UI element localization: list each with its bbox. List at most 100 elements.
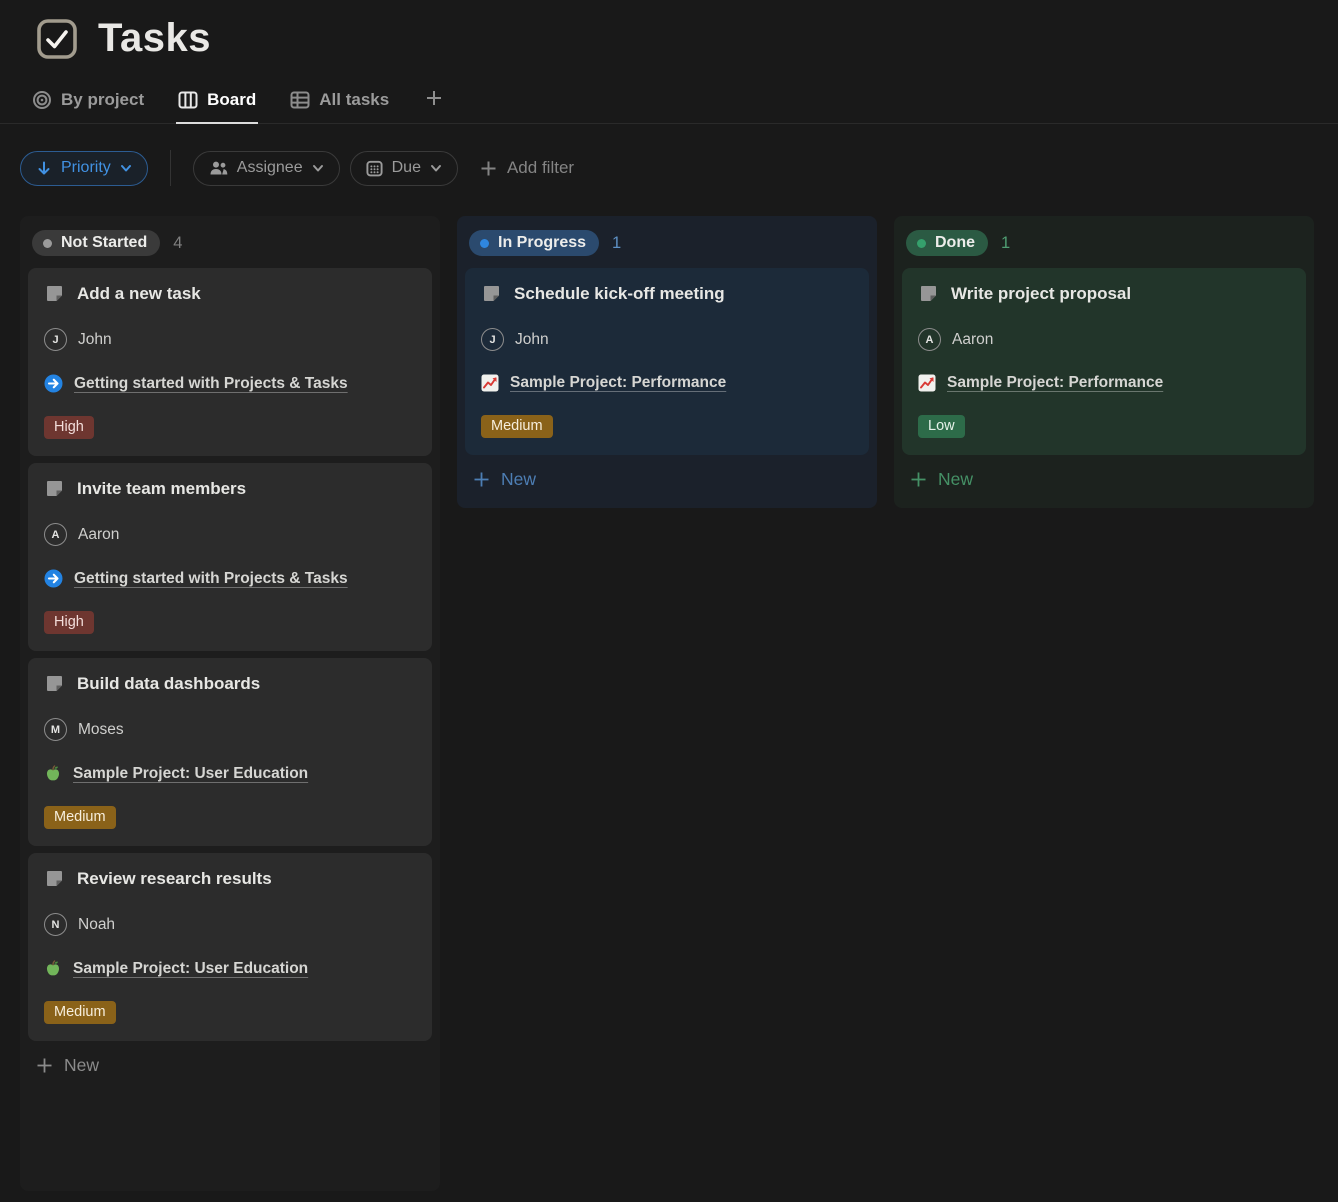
- priority-tag: Medium: [44, 806, 116, 829]
- table-icon: [290, 90, 310, 110]
- arrow-circle-icon: [44, 569, 63, 588]
- column-count: 4: [173, 234, 182, 253]
- card-title-row: Write project proposal: [918, 283, 1290, 305]
- assignee-row: J John: [44, 328, 416, 351]
- task-card[interactable]: Schedule kick-off meeting J John Sample …: [465, 268, 869, 455]
- status-label: In Progress: [498, 234, 586, 252]
- project-link[interactable]: Getting started with Projects & Tasks: [74, 375, 348, 393]
- task-title: Write project proposal: [951, 284, 1131, 304]
- project-link[interactable]: Sample Project: Performance: [510, 374, 726, 392]
- tab-label: Board: [207, 90, 256, 110]
- plus-icon: [473, 471, 490, 488]
- avatar: J: [481, 328, 504, 351]
- assignee-name: Aaron: [952, 331, 993, 349]
- filter-divider: [170, 150, 171, 186]
- chevron-down-icon: [120, 162, 132, 174]
- status-pill-not-started[interactable]: Not Started: [32, 230, 160, 256]
- apple-icon: [44, 764, 62, 783]
- card-title-row: Schedule kick-off meeting: [481, 283, 853, 305]
- project-row: Sample Project: User Education: [44, 959, 416, 978]
- priority-row: High: [44, 611, 416, 634]
- tab-label: By project: [61, 90, 144, 110]
- priority-tag: Medium: [44, 1001, 116, 1024]
- assignee-row: A Aaron: [918, 328, 1290, 351]
- column-in-progress: In Progress 1 Schedule kick-off meeting …: [457, 216, 877, 508]
- avatar: J: [44, 328, 67, 351]
- project-link[interactable]: Sample Project: User Education: [73, 960, 308, 978]
- priority-row: Medium: [44, 1001, 416, 1024]
- add-filter-label: Add filter: [507, 158, 574, 178]
- avatar: A: [44, 523, 67, 546]
- card-title-row: Review research results: [44, 868, 416, 890]
- priority-row: High: [44, 416, 416, 439]
- project-row: Sample Project: User Education: [44, 764, 416, 783]
- card-list: Write project proposal A Aaron Sample Pr…: [902, 268, 1306, 455]
- calendar-icon: [366, 160, 383, 177]
- card-title-row: Build data dashboards: [44, 673, 416, 695]
- column-header: Done 1: [902, 224, 1306, 268]
- plus-icon: [480, 160, 497, 177]
- column-count: 1: [612, 234, 621, 253]
- add-view-button[interactable]: [421, 89, 447, 124]
- status-pill-done[interactable]: Done: [906, 230, 988, 256]
- column-not-started: Not Started 4 Add a new task J John: [20, 216, 440, 1191]
- status-dot: [43, 239, 52, 248]
- project-link[interactable]: Getting started with Projects & Tasks: [74, 570, 348, 588]
- task-title: Review research results: [77, 869, 272, 889]
- avatar: M: [44, 718, 67, 741]
- checkbox-icon: [36, 18, 78, 60]
- assignee-row: J John: [481, 328, 853, 351]
- project-link[interactable]: Sample Project: User Education: [73, 765, 308, 783]
- task-title: Build data dashboards: [77, 674, 260, 694]
- new-task-button[interactable]: New: [465, 455, 869, 500]
- sort-priority-pill[interactable]: Priority: [20, 151, 148, 186]
- page-title: Tasks: [98, 16, 211, 61]
- tab-by-project[interactable]: By project: [30, 90, 146, 124]
- page-icon: [44, 673, 66, 695]
- assignee-name: Aaron: [78, 526, 119, 544]
- priority-row: Low: [918, 415, 1290, 438]
- card-list: Schedule kick-off meeting J John Sample …: [465, 268, 869, 455]
- priority-tag: High: [44, 611, 94, 634]
- chevron-down-icon: [312, 162, 324, 174]
- status-label: Done: [935, 234, 975, 252]
- assignee-name: Noah: [78, 916, 115, 934]
- assignee-filter-pill[interactable]: Assignee: [193, 151, 340, 186]
- page-header: Tasks: [0, 0, 1338, 61]
- columns-icon: [178, 90, 198, 110]
- avatar: N: [44, 913, 67, 936]
- priority-tag: Low: [918, 415, 965, 438]
- chevron-down-icon: [430, 162, 442, 174]
- new-button-label: New: [938, 469, 973, 490]
- project-link[interactable]: Sample Project: Performance: [947, 374, 1163, 392]
- assignee-row: A Aaron: [44, 523, 416, 546]
- task-card[interactable]: Build data dashboards M Moses Sample Pro…: [28, 658, 432, 846]
- task-card[interactable]: Invite team members A Aaron Getting star…: [28, 463, 432, 651]
- project-row: Sample Project: Performance: [481, 374, 853, 392]
- plus-icon: [36, 1057, 53, 1074]
- task-card[interactable]: Review research results N Noah Sample Pr…: [28, 853, 432, 1041]
- add-filter-button[interactable]: Add filter: [480, 158, 574, 178]
- new-task-button[interactable]: New: [902, 455, 1306, 500]
- due-filter-pill[interactable]: Due: [350, 151, 458, 186]
- column-done: Done 1 Write project proposal A Aaron: [894, 216, 1314, 508]
- tab-all-tasks[interactable]: All tasks: [288, 90, 391, 124]
- status-pill-in-progress[interactable]: In Progress: [469, 230, 599, 256]
- project-row: Getting started with Projects & Tasks: [44, 374, 416, 393]
- priority-row: Medium: [481, 415, 853, 438]
- arrow-down-icon: [36, 160, 52, 176]
- page-icon: [44, 868, 66, 890]
- tab-label: All tasks: [319, 90, 389, 110]
- tab-board[interactable]: Board: [176, 90, 258, 124]
- column-count: 1: [1001, 234, 1010, 253]
- new-button-label: New: [64, 1055, 99, 1076]
- task-card[interactable]: Write project proposal A Aaron Sample Pr…: [902, 268, 1306, 455]
- assignee-pill-label: Assignee: [237, 159, 303, 177]
- new-task-button[interactable]: New: [28, 1041, 432, 1086]
- avatar: A: [918, 328, 941, 351]
- task-card[interactable]: Add a new task J John Getting started wi…: [28, 268, 432, 456]
- assignee-name: John: [515, 331, 549, 349]
- page-icon: [481, 283, 503, 305]
- assignee-row: M Moses: [44, 718, 416, 741]
- status-label: Not Started: [61, 234, 147, 252]
